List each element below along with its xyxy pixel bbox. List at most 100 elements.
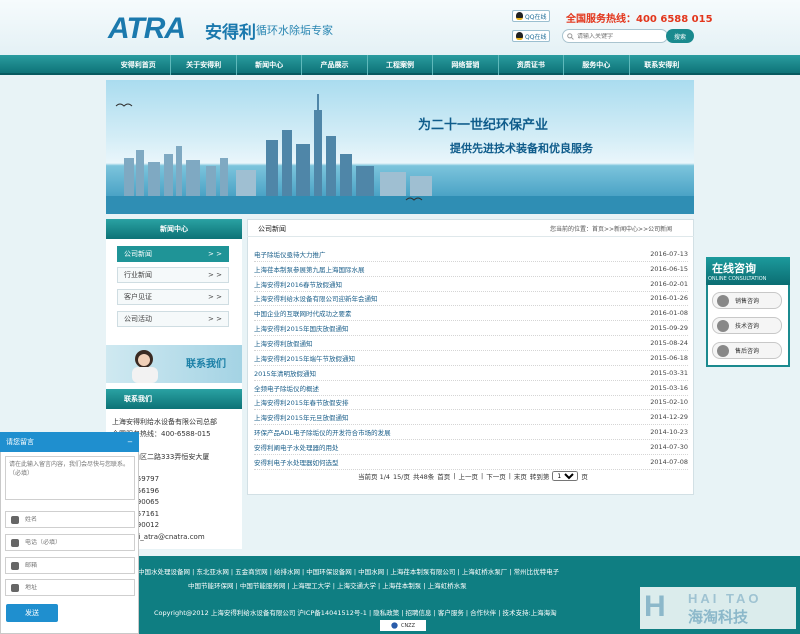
news-title[interactable]: 上海安得利2016春节放假通知: [254, 279, 342, 289]
nav-contact[interactable]: 联系安得利: [630, 55, 694, 75]
pagination: 当前页 1/4 15/页 共48条 首页 | 上一页 | 下一页 | 末页 转到第 1…: [358, 471, 588, 481]
news-date: 2015-08-24: [650, 339, 688, 347]
hotline: 全国服务热线：400 6588 015: [566, 14, 713, 25]
news-title[interactable]: 上海安得利2015年端午节放假通知: [254, 353, 355, 363]
news-row[interactable]: 全频电子除垢仪的概述 2015-03-16: [254, 381, 688, 396]
footer-badges[interactable]: CNZZ: [380, 620, 426, 631]
news-row[interactable]: 2015年清明放假通知 2015-03-31: [254, 366, 688, 381]
news-title[interactable]: 安得利电子水处理器如何选型: [254, 457, 339, 467]
arrow-icon: > >: [208, 271, 222, 279]
slogan: 循环水除垢专家: [256, 24, 333, 37]
haitao-logo-icon: H: [644, 590, 666, 623]
news-date: 2014-07-30: [650, 443, 688, 451]
sidebar-item-company-events[interactable]: 公司活动 > >: [117, 311, 229, 327]
search-box: [562, 29, 668, 43]
logo[interactable]: ATRA: [108, 12, 186, 46]
news-date: 2014-12-29: [650, 413, 688, 421]
phone-input[interactable]: [25, 539, 125, 546]
news-title[interactable]: 上海安得利给水设备有限公司迎新年会通知: [254, 293, 378, 303]
minimize-icon[interactable]: −: [127, 438, 133, 446]
send-button[interactable]: 发送: [6, 604, 58, 622]
pager-first[interactable]: 首页: [437, 471, 450, 481]
qq-icon: [516, 32, 523, 40]
pager-next[interactable]: 下一页: [486, 471, 506, 481]
cnzz-badge: CNZZ: [400, 622, 416, 629]
news-title[interactable]: 2015年清明放假通知: [254, 368, 316, 378]
breadcrumb[interactable]: 您当前的位置：首页>>新闻中心>>公司新闻: [550, 224, 672, 233]
tech-consult-button[interactable]: 技术咨询: [712, 317, 782, 334]
pager-prev[interactable]: 上一页: [458, 471, 478, 481]
news-date: 2016-06-15: [650, 265, 688, 273]
nav-certificates[interactable]: 资质证书: [499, 55, 565, 75]
footer-links-row1[interactable]: 中国水处理设备网 | 东北亚水网 | 五金商贸网 | 给排水网 | 中国环保设备…: [138, 566, 559, 576]
news-row[interactable]: 中国企业的互联网时代成功之要素 2016-01-08: [254, 306, 688, 321]
news-row[interactable]: 环保产品ADL电子除垢仪的开发符合市场的发展 2014-10-23: [254, 425, 688, 440]
pager-last[interactable]: 末页: [514, 471, 527, 481]
news-title[interactable]: 中国企业的互联网时代成功之要素: [254, 308, 352, 318]
nav-cases[interactable]: 工程案例: [368, 55, 434, 75]
main-nav: 安得利首页 关于安得利 新闻中心 产品展示 工程案例 网络营销 资质证书 服务中…: [0, 55, 800, 75]
news-date: 2015-09-29: [650, 324, 688, 332]
sidebar-item-industry-news[interactable]: 行业新闻 > >: [117, 267, 229, 283]
pager-goto-select[interactable]: 1: [552, 471, 579, 481]
news-row[interactable]: 上海安得利2015年国庆放假通知 2015-09-29: [254, 321, 688, 336]
sales-consult-button[interactable]: 销售咨询: [712, 292, 782, 309]
news-title[interactable]: 电子除垢仪亟待大力推广: [254, 249, 326, 259]
qq-online-button[interactable]: QQ在线: [512, 10, 551, 22]
search-button[interactable]: 搜索: [666, 29, 694, 43]
news-row[interactable]: 上海安得利2015年端午节放假通知 2015-06-18: [254, 351, 688, 366]
address-input[interactable]: [25, 584, 125, 591]
news-title[interactable]: 上海安得利2015年国庆放假通知: [254, 323, 349, 333]
contact-company: 上海安得利给水设备有限公司总部: [112, 418, 217, 426]
news-row[interactable]: 安得利阐电子水处理器的用处 2014-07-30: [254, 440, 688, 455]
qq-online-button[interactable]: QQ在线: [512, 30, 551, 42]
news-row[interactable]: 安得利电子水处理器如何选型 2014-07-08: [254, 455, 688, 470]
arrow-icon: > >: [208, 250, 222, 258]
news-row[interactable]: 上海安得利给水设备有限公司迎新年会通知 2016-01-26: [254, 291, 688, 306]
email-input[interactable]: [25, 562, 125, 569]
name-input[interactable]: [25, 516, 125, 523]
news-title[interactable]: 安得利阐电子水处理器的用处: [254, 442, 339, 452]
message-textarea[interactable]: [5, 456, 135, 500]
nav-news[interactable]: 新闻中心: [237, 55, 303, 75]
nav-home[interactable]: 安得利首页: [106, 55, 172, 75]
nav-products[interactable]: 产品展示: [302, 55, 368, 75]
news-row[interactable]: 上海安得利2015年春节放假安排 2015-02-10: [254, 395, 688, 410]
copyright: Copyright@2012 上海安得利给水设备有限公司 沪ICP备140415…: [154, 609, 557, 617]
pager-current: 当前页 1/4: [358, 473, 391, 481]
location-icon: [11, 583, 19, 592]
nav-marketing[interactable]: 网络营销: [433, 55, 499, 75]
news-title[interactable]: 上海安得利放假通知: [254, 338, 313, 348]
footer-links-row2[interactable]: 中国节能环保网 | 中国节能服务网 | 上海理工大学 | 上海交通大学 | 上海…: [188, 580, 467, 590]
news-title[interactable]: 上海安得利2015年春节放假安排: [254, 397, 349, 407]
pager-goto-label: 转到第: [529, 473, 550, 481]
arrow-icon: > >: [208, 315, 222, 323]
online-consult-subtitle: ONLINE CONSULTATION: [708, 276, 767, 282]
news-title[interactable]: 全频电子除垢仪的概述: [254, 383, 319, 393]
qq-label: QQ在线: [525, 13, 547, 21]
chat-icon: [717, 294, 729, 307]
news-row[interactable]: 上海安得利2016春节放假通知 2016-02-01: [254, 277, 688, 292]
news-row[interactable]: 上海荏本制泵参展第九届上海国际水展 2016-06-15: [254, 262, 688, 277]
nav-about[interactable]: 关于安得利: [171, 55, 237, 75]
after-sales-consult-button[interactable]: 售后咨询: [712, 342, 782, 359]
chat-icon: [717, 344, 729, 357]
news-title[interactable]: 环保产品ADL电子除垢仪的开发符合市场的发展: [254, 427, 391, 437]
police-badge-icon: [391, 622, 398, 629]
sidebar-item-company-news[interactable]: 公司新闻 > >: [117, 246, 229, 262]
message-widget-title: 请您留言: [6, 438, 34, 446]
news-row[interactable]: 电子除垢仪亟待大力推广 2016-07-13: [254, 247, 688, 262]
news-row[interactable]: 上海安得利放假通知 2015-08-24: [254, 336, 688, 351]
news-row[interactable]: 上海安得利2015年元旦放假通知 2014-12-29: [254, 410, 688, 425]
online-consult-title: 在线咨询: [712, 262, 756, 275]
name-field: [5, 511, 135, 528]
message-widget-header: 请您留言 −: [0, 432, 139, 452]
news-title[interactable]: 上海安得利2015年元旦放假通知: [254, 412, 349, 422]
contact-us-image-label: 联系我们: [186, 359, 226, 370]
phone-icon: [11, 538, 19, 547]
sidebar-item-customer-testimony[interactable]: 客户见证 > >: [117, 289, 229, 305]
news-date: 2015-06-18: [650, 354, 688, 362]
search-input[interactable]: [577, 32, 657, 40]
news-title[interactable]: 上海荏本制泵参展第九届上海国际水展: [254, 264, 365, 274]
nav-service[interactable]: 服务中心: [564, 55, 630, 75]
